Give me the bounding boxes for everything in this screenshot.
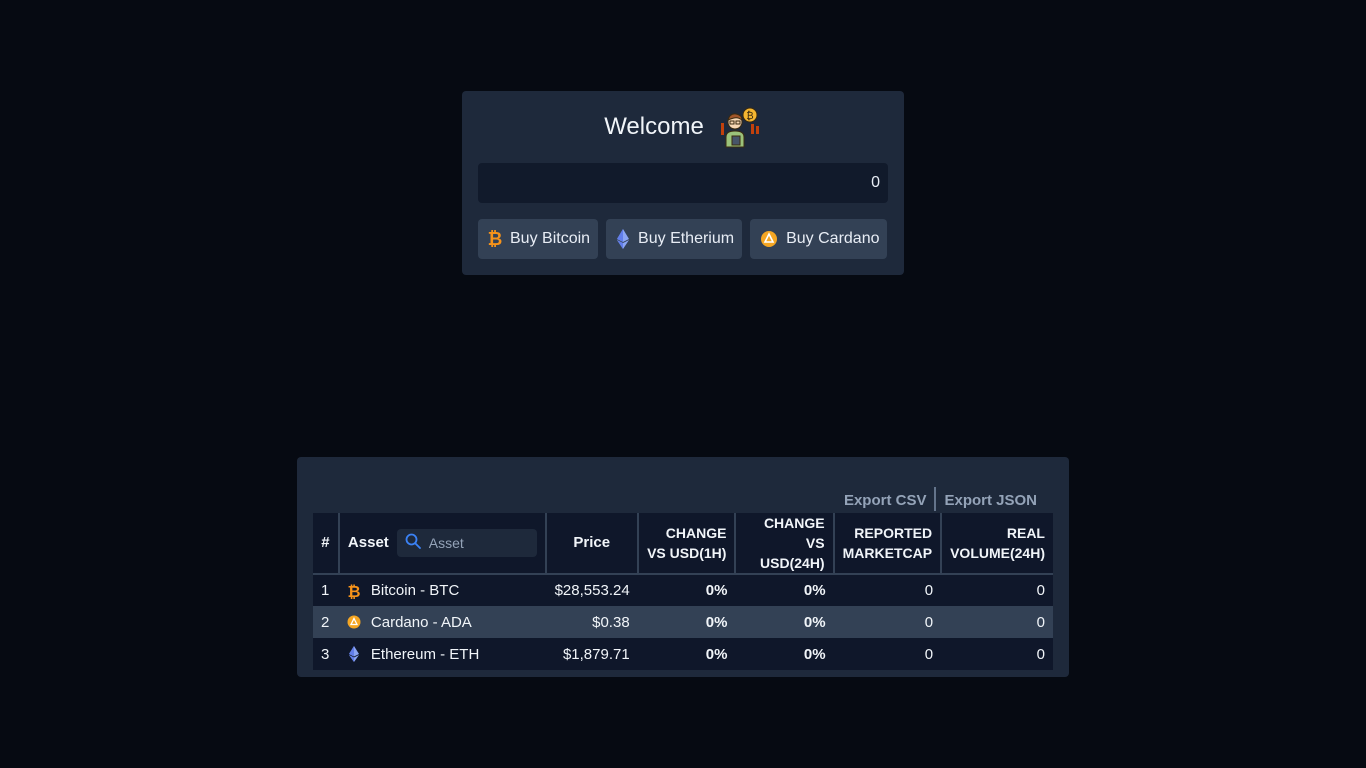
buy-etherium-label: Buy Etherium xyxy=(638,230,735,247)
welcome-card: Welcome ₿ ₿ Buy xyxy=(462,91,904,275)
asset-search-input[interactable] xyxy=(428,535,529,551)
table-row[interactable]: 1 ₿ Bitcoin - BTC $28,553.24 0% 0% 0 0 xyxy=(313,574,1053,606)
svg-text:₿: ₿ xyxy=(746,110,753,122)
header-num: # xyxy=(313,513,340,575)
header-change-24h[interactable]: CHANGE VS USD(24H) xyxy=(735,513,835,575)
row-change-1h: 0% xyxy=(705,582,728,599)
row-asset-name: Cardano - ADA xyxy=(370,613,472,631)
row-asset: ₿ Bitcoin - BTC xyxy=(339,574,546,606)
row-price: $0.38 xyxy=(592,613,630,631)
row-change-24h: 0% xyxy=(803,613,826,631)
table-row[interactable]: 2 Cardano - ADA $0.38 0% 0% 0 0 xyxy=(313,606,1053,638)
buy-cardano-button[interactable]: Buy Cardano xyxy=(750,219,888,259)
row-price: $1,879.71 xyxy=(562,645,630,663)
welcome-title: Welcome xyxy=(604,113,704,140)
header-price[interactable]: Price xyxy=(545,513,639,575)
table-row[interactable]: 3 Ethereum - ETH $1,879.71 0% 0% 0 0 xyxy=(313,638,1053,670)
header-asset: Asset xyxy=(338,513,547,575)
row-volume: 0 xyxy=(1036,582,1045,599)
row-volume: 0 xyxy=(1036,645,1045,663)
export-csv-link[interactable]: Export CSV xyxy=(836,490,935,511)
table-header-row: # Asset Asset Price CHANGE VS USD(1H) CH… xyxy=(313,513,1053,575)
buy-bitcoin-button[interactable]: ₿ Buy Bitcoin xyxy=(478,219,599,259)
export-toolbar: Export CSV Export JSON xyxy=(313,457,1053,513)
row-marketcap: 0 xyxy=(924,582,934,599)
bitcoin-icon: ₿ xyxy=(347,582,361,600)
bitcoin-icon: ₿ xyxy=(488,228,502,250)
header-change-1h[interactable]: CHANGE VS USD(1H) xyxy=(637,513,737,575)
row-marketcap: 0 xyxy=(924,613,934,631)
buy-buttons-row: ₿ Buy Bitcoin Buy Etherium Buy Cardano xyxy=(478,219,888,259)
ethereum-icon xyxy=(347,646,361,662)
export-json-link[interactable]: Export JSON xyxy=(936,490,1045,511)
welcome-header: Welcome ₿ xyxy=(478,91,888,163)
row-asset: Ethereum - ETH xyxy=(339,638,546,670)
asset-search-box[interactable] xyxy=(396,529,537,557)
search-icon xyxy=(405,533,421,554)
row-num: 2 xyxy=(321,613,330,631)
assets-table: # Asset Asset Price CHANGE VS USD(1H) CH… xyxy=(313,513,1053,670)
amount-input[interactable] xyxy=(478,163,888,203)
row-num: 1 xyxy=(321,582,330,599)
assets-table-card: Export CSV Export JSON # Asset Asset Pri… xyxy=(297,457,1069,677)
row-volume: 0 xyxy=(1036,613,1045,631)
row-asset-name: Ethereum - ETH xyxy=(370,645,480,663)
row-price: $28,553.24 xyxy=(554,582,630,599)
ethereum-icon xyxy=(616,228,630,250)
crypto-trader-avatar-icon: ₿ xyxy=(718,105,762,149)
row-asset: Cardano - ADA xyxy=(339,606,546,638)
svg-text:₿: ₿ xyxy=(347,582,360,600)
buy-etherium-button[interactable]: Buy Etherium xyxy=(606,219,743,259)
svg-text:₿: ₿ xyxy=(488,229,502,250)
row-change-24h: 0% xyxy=(803,645,826,663)
row-asset-name: Bitcoin - BTC xyxy=(370,582,460,599)
buy-cardano-label: Buy Cardano xyxy=(786,230,880,247)
row-change-1h: 0% xyxy=(705,613,728,631)
header-marketcap[interactable]: REPORTED MARKETCAP xyxy=(833,513,943,575)
row-marketcap: 0 xyxy=(924,645,934,663)
cardano-icon xyxy=(760,230,778,248)
row-num: 3 xyxy=(321,645,330,663)
header-volume[interactable]: REAL VOLUME(24H) xyxy=(941,513,1053,575)
buy-bitcoin-label: Buy Bitcoin xyxy=(510,230,591,247)
row-change-1h: 0% xyxy=(705,645,728,663)
row-change-24h: 0% xyxy=(803,582,826,599)
cardano-icon xyxy=(347,614,361,630)
header-asset-label: Asset xyxy=(347,534,389,551)
